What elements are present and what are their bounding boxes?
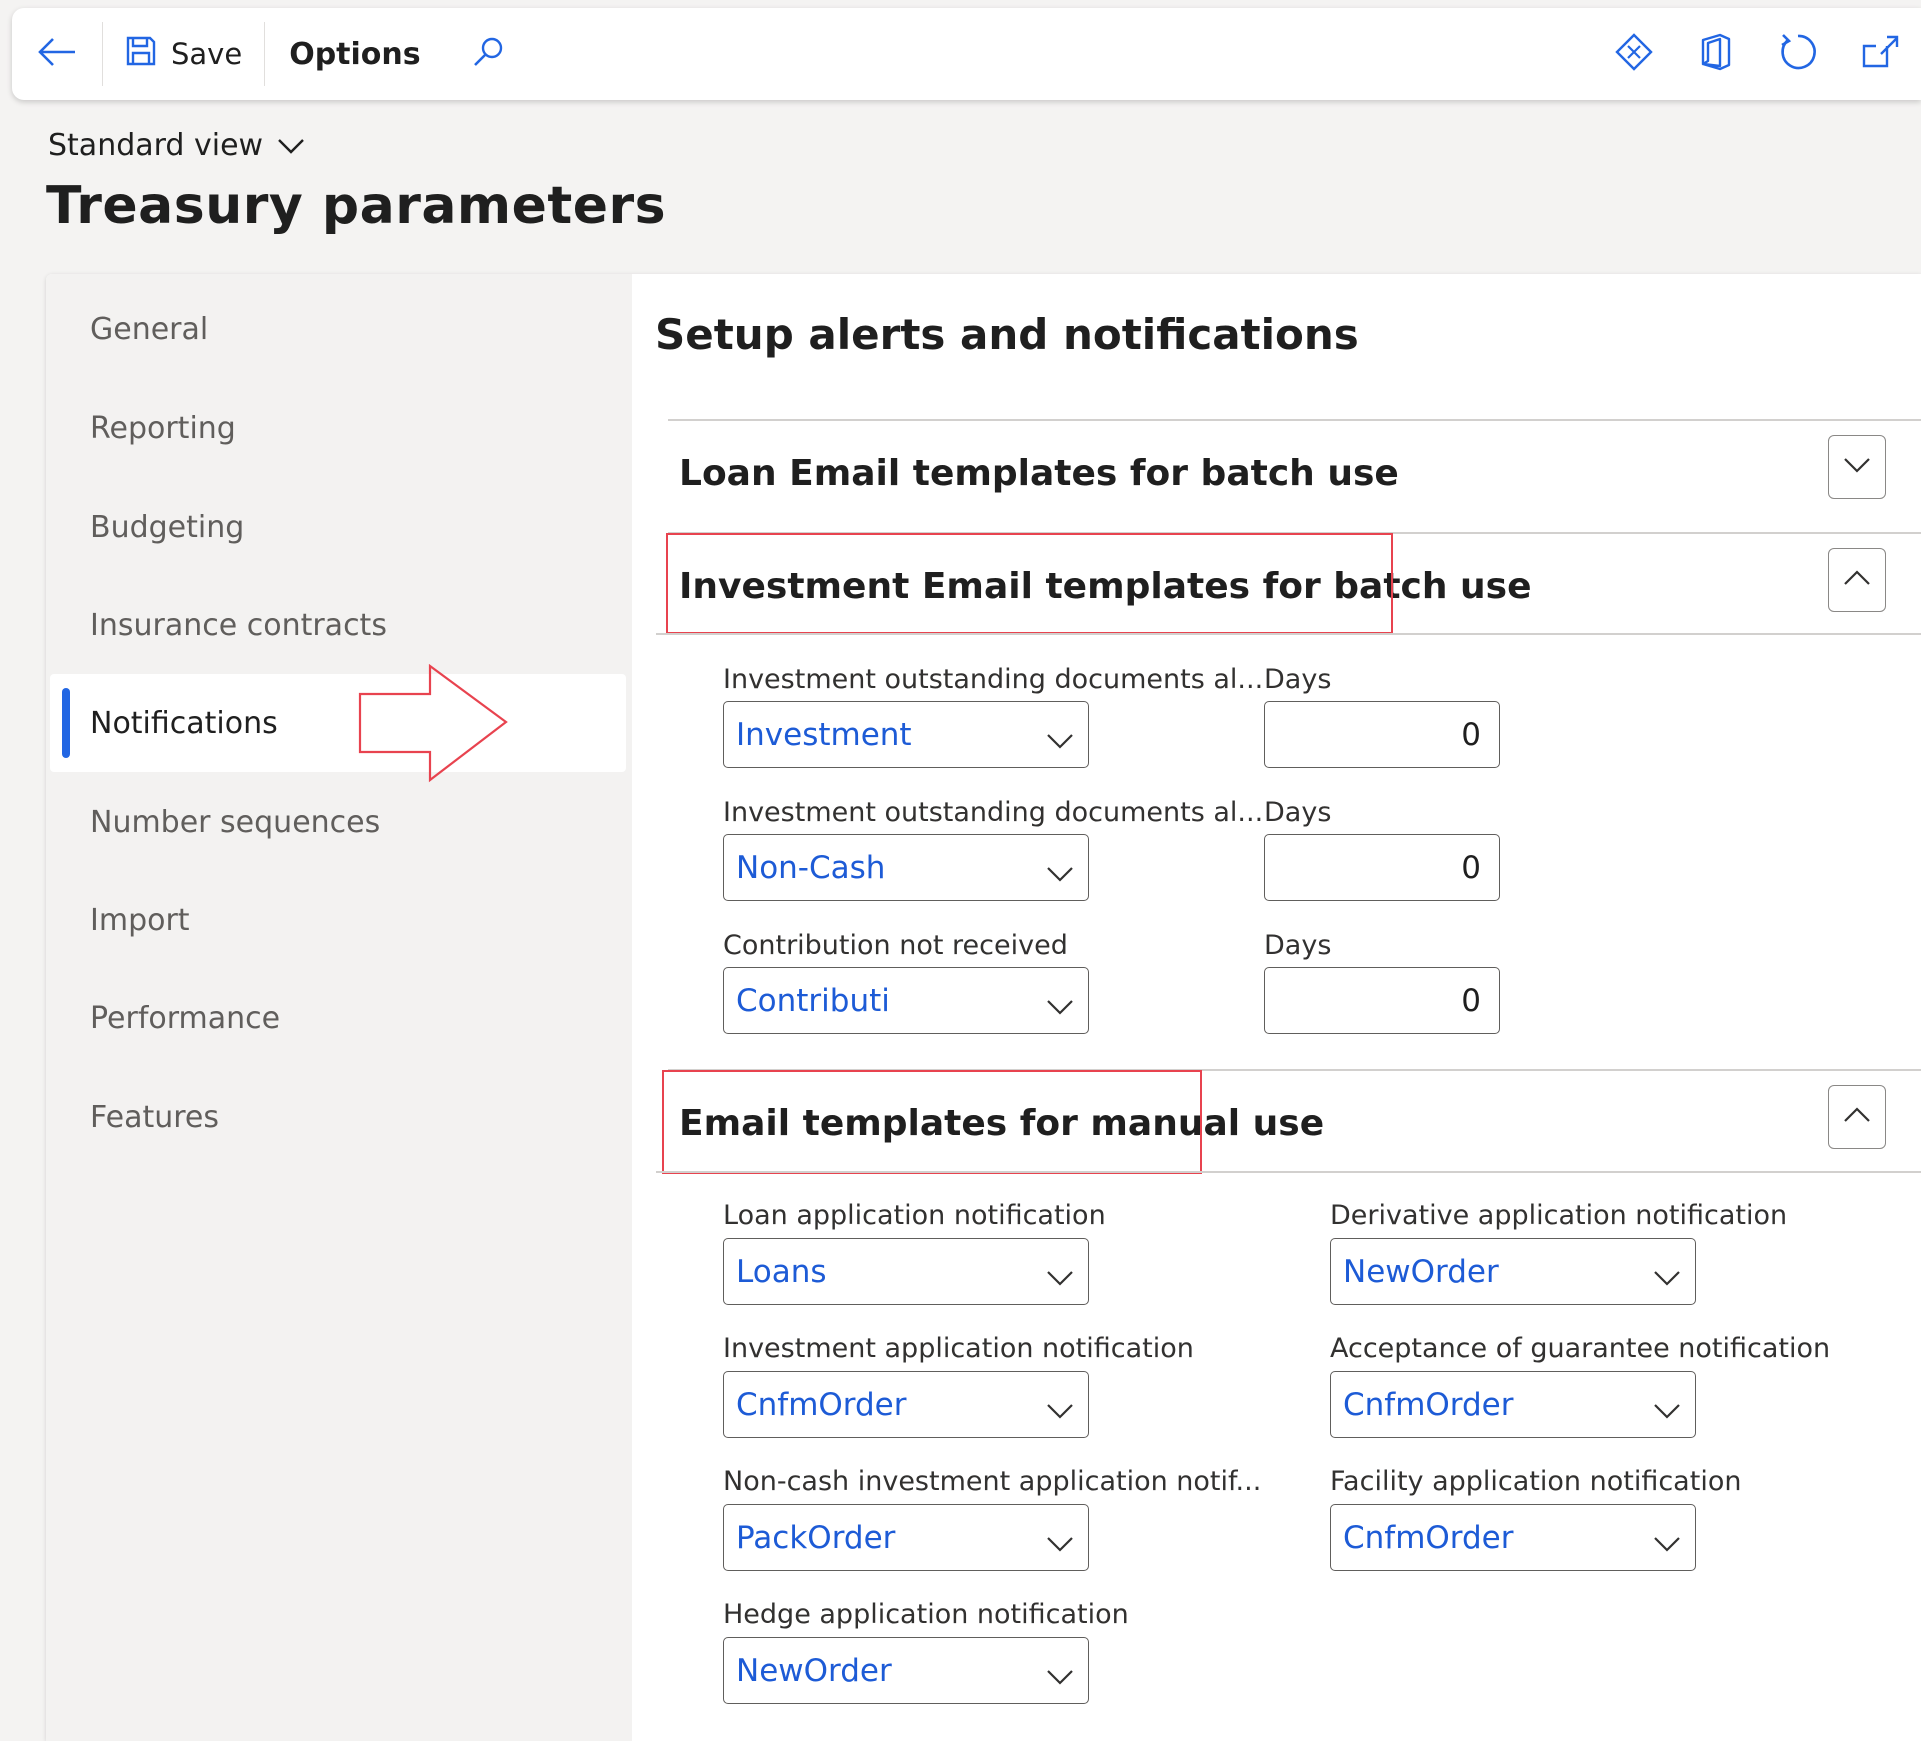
nav-item-features[interactable]: Features xyxy=(50,1068,626,1166)
annotation-highlight-box xyxy=(662,1070,1202,1174)
chevron-down-icon xyxy=(1046,1392,1074,1428)
days-label: Days xyxy=(1264,664,1332,695)
combobox-value: CnfmOrder xyxy=(736,1386,907,1423)
investment-application-notification-combobox[interactable]: CnfmOrder xyxy=(723,1371,1089,1438)
field-label: Investment outstanding documents al... xyxy=(723,664,1264,695)
save-icon xyxy=(125,35,157,74)
search-icon xyxy=(471,35,505,73)
combobox-value: Contributi xyxy=(736,982,890,1019)
annotation-highlight-box xyxy=(666,533,1393,634)
investment-outstanding-docs-combobox[interactable]: Investment xyxy=(723,701,1089,768)
search-button[interactable] xyxy=(447,8,529,100)
facility-application-notification-combobox[interactable]: CnfmOrder xyxy=(1330,1504,1696,1571)
nav-item-general[interactable]: General xyxy=(50,280,626,378)
days-input[interactable]: 0 xyxy=(1264,834,1500,901)
chevron-up-icon xyxy=(1843,569,1871,591)
derivative-application-notification-combobox[interactable]: NewOrder xyxy=(1330,1238,1696,1305)
field-label: Loan application notification xyxy=(723,1200,1106,1231)
nav-item-reporting[interactable]: Reporting xyxy=(50,379,626,477)
field-label: Investment application notification xyxy=(723,1333,1194,1364)
parameters-card: General Reporting Budgeting Insurance co… xyxy=(46,274,1921,1741)
options-tab[interactable]: Options xyxy=(265,8,446,100)
field-label: Acceptance of guarantee notification xyxy=(1330,1333,1831,1364)
power-apps-button[interactable] xyxy=(1593,8,1675,100)
save-button[interactable]: Save xyxy=(103,8,264,100)
nav-item-import[interactable]: Import xyxy=(50,871,626,969)
view-selector[interactable]: Standard view xyxy=(48,128,305,163)
combobox-value: CnfmOrder xyxy=(1343,1519,1514,1556)
field-label: Investment outstanding documents al... xyxy=(723,797,1264,828)
chevron-down-icon xyxy=(277,128,305,163)
nav-item-performance[interactable]: Performance xyxy=(50,969,626,1067)
action-pane-toolbar: Save Options xyxy=(12,8,1921,100)
refresh-icon xyxy=(1778,32,1818,76)
chevron-down-icon xyxy=(1046,988,1074,1024)
combobox-value: Non-Cash xyxy=(736,849,886,886)
days-input[interactable]: 0 xyxy=(1264,701,1500,768)
days-input[interactable]: 0 xyxy=(1264,967,1500,1034)
chevron-up-icon xyxy=(1843,1106,1871,1128)
nav-item-number-sequences[interactable]: Number sequences xyxy=(50,773,626,871)
loan-application-notification-combobox[interactable]: Loans xyxy=(723,1238,1089,1305)
office-icon xyxy=(1699,33,1733,75)
section-title: Setup alerts and notifications xyxy=(655,310,1359,359)
chevron-down-icon xyxy=(1046,855,1074,891)
collapse-toggle-button[interactable] xyxy=(1828,548,1886,612)
field-label: Facility application notification xyxy=(1330,1466,1742,1497)
fasttab-loan-email-templates[interactable]: Loan Email templates for batch use xyxy=(668,419,1921,519)
chevron-down-icon xyxy=(1653,1259,1681,1295)
combobox-value: Loans xyxy=(736,1253,827,1290)
annotation-arrow-icon xyxy=(358,663,510,788)
chevron-down-icon xyxy=(1653,1525,1681,1561)
nav-item-notifications[interactable]: Notifications xyxy=(50,674,626,772)
view-selector-label: Standard view xyxy=(48,128,264,163)
toolbar-right-actions xyxy=(1593,8,1921,100)
field-label: Hedge application notification xyxy=(723,1599,1129,1630)
page-title: Treasury parameters xyxy=(46,176,667,236)
combobox-value: PackOrder xyxy=(736,1519,896,1556)
chevron-down-icon xyxy=(1843,456,1871,478)
field-label: Derivative application notification xyxy=(1330,1200,1788,1231)
diamond-icon xyxy=(1615,33,1653,75)
chevron-down-icon xyxy=(1046,722,1074,758)
back-button[interactable] xyxy=(12,8,102,100)
contribution-not-received-combobox[interactable]: Contributi xyxy=(723,967,1089,1034)
combobox-value: NewOrder xyxy=(1343,1253,1499,1290)
chevron-down-icon xyxy=(1046,1525,1074,1561)
days-label: Days xyxy=(1264,797,1332,828)
chevron-down-icon xyxy=(1046,1259,1074,1295)
noncash-investment-notification-combobox[interactable]: PackOrder xyxy=(723,1504,1089,1571)
combobox-value: CnfmOrder xyxy=(1343,1386,1514,1423)
parameters-nav: General Reporting Budgeting Insurance co… xyxy=(46,274,632,1741)
save-label: Save xyxy=(171,37,243,71)
notifications-content: Setup alerts and notifications Loan Emai… xyxy=(632,274,1921,1741)
nav-item-budgeting[interactable]: Budgeting xyxy=(50,478,626,576)
fasttab-divider xyxy=(656,1171,1921,1173)
expand-toggle-button[interactable] xyxy=(1828,435,1886,499)
open-new-window-icon xyxy=(1861,34,1899,74)
noncash-outstanding-docs-combobox[interactable]: Non-Cash xyxy=(723,834,1089,901)
hedge-application-notification-combobox[interactable]: NewOrder xyxy=(723,1637,1089,1704)
fasttab-divider xyxy=(656,633,1921,635)
days-label: Days xyxy=(1264,930,1332,961)
nav-item-insurance-contracts[interactable]: Insurance contracts xyxy=(50,576,626,674)
chevron-down-icon xyxy=(1046,1658,1074,1694)
acceptance-of-guarantee-notification-combobox[interactable]: CnfmOrder xyxy=(1330,1371,1696,1438)
combobox-value: Investment xyxy=(736,716,912,753)
field-label: Contribution not received xyxy=(723,930,1068,961)
field-label: Non-cash investment application notif... xyxy=(723,1466,1262,1497)
open-new-window-button[interactable] xyxy=(1839,8,1921,100)
fasttab-title: Loan Email templates for batch use xyxy=(679,453,1399,494)
office-button[interactable] xyxy=(1675,8,1757,100)
chevron-down-icon xyxy=(1653,1392,1681,1428)
collapse-toggle-button[interactable] xyxy=(1828,1085,1886,1149)
back-arrow-icon xyxy=(37,36,77,72)
combobox-value: NewOrder xyxy=(736,1652,892,1689)
refresh-button[interactable] xyxy=(1757,8,1839,100)
